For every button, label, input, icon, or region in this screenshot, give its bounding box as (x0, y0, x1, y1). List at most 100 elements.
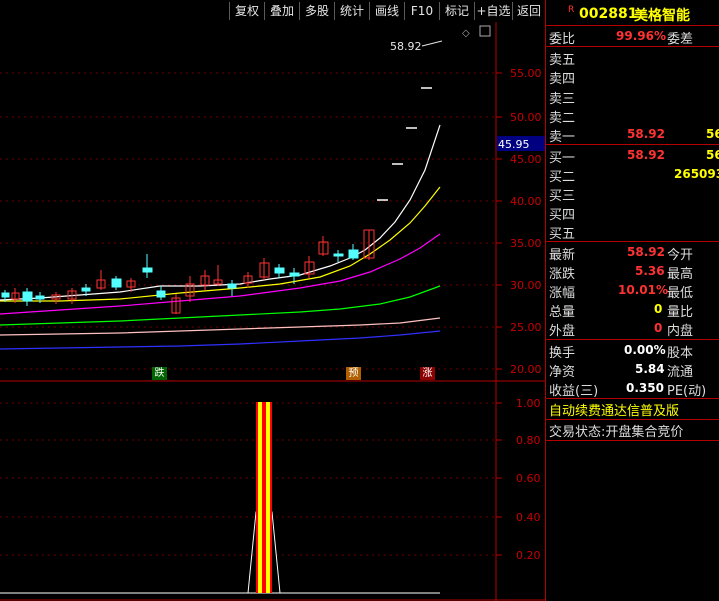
candle (333, 250, 344, 262)
fund-label2: 股本 (667, 346, 694, 361)
price-axis-label: 40.00 (510, 195, 542, 208)
candle (348, 244, 359, 260)
indicator-axis-label: 0.40 (516, 511, 541, 524)
order-volume: 265093 (674, 167, 719, 181)
candle (142, 254, 153, 278)
current-price-tag: 45.95 (498, 138, 530, 151)
fund-label: 净资 (549, 365, 576, 380)
candle (213, 265, 223, 286)
price-axis-label: 50.00 (510, 111, 542, 124)
trade-status: 交易状态:开盘集合竞价 (549, 425, 684, 440)
order-label: 卖一 (549, 130, 576, 145)
stat-row: 最新 58.92 今开 (546, 243, 719, 263)
stat-value: 58.92 (627, 245, 665, 259)
stock-code: 002881 (579, 6, 638, 22)
price-axis-label: 35.00 (510, 237, 542, 250)
candle (171, 294, 181, 314)
diamond-icon[interactable]: ◇ (462, 28, 470, 39)
signal-bar (266, 402, 270, 593)
stat-label2: 量比 (667, 305, 694, 320)
order-row: 卖三 (546, 87, 719, 107)
stat-value: 0 (654, 321, 663, 335)
price-axis-label: 20.00 (510, 363, 542, 376)
stat-label2: 内盘 (667, 324, 694, 339)
candle (259, 258, 270, 280)
candle (96, 270, 106, 290)
quote-panel: R 002881 美格智能 委比 99.96% 委差 卖五 卖四 卖三 卖二 卖… (545, 0, 719, 601)
overlay-button[interactable]: 叠加 (264, 2, 299, 20)
r-mark: R (568, 5, 575, 15)
fund-value: 0.350 (626, 381, 664, 395)
order-label: 买三 (549, 189, 576, 204)
fund-label2: 流通 (667, 365, 694, 380)
stat-label: 最新 (549, 248, 576, 263)
order-row: 卖二 (546, 106, 719, 126)
yu-marker: 预 (346, 367, 361, 380)
stat-label: 涨幅 (549, 286, 576, 301)
order-volume: 56 (706, 148, 719, 162)
back-button[interactable]: 返回 (512, 2, 545, 20)
candle (318, 236, 329, 256)
order-label: 卖二 (549, 111, 576, 126)
order-label: 卖五 (549, 53, 576, 68)
fund-value: 0.00% (624, 343, 666, 357)
candle (51, 292, 61, 304)
fund-value: 5.84 (635, 362, 665, 376)
fuquan-button[interactable]: 复权 (229, 2, 264, 20)
candle (363, 229, 375, 260)
indicator-axis-label: 0.60 (516, 472, 541, 485)
stat-label2: 今开 (667, 248, 694, 263)
high-price-label: 58.92 (390, 40, 422, 53)
candlestick-chart[interactable]: 55.00 50.00 45.00 40.00 35.00 30.00 25.0… (0, 22, 545, 382)
stat-value: 0 (654, 302, 663, 316)
add-watchlist-button[interactable]: +自选 (474, 2, 512, 20)
mark-button[interactable]: 标记 (439, 2, 474, 20)
order-label: 买四 (549, 208, 576, 223)
order-volume: 56 (706, 127, 719, 141)
order-row: 卖一 58.92 56 (546, 125, 719, 145)
stat-label: 涨跌 (549, 267, 576, 282)
weibi-value: 99.96% (616, 29, 666, 43)
fund-row: 收益(三) 0.350 PE(动) (546, 379, 719, 399)
multi-stock-button[interactable]: 多股 (299, 2, 334, 20)
fund-label: 收益(三) (549, 384, 599, 399)
indicator-chart[interactable]: 1.00 0.80 0.60 0.40 0.20 (0, 382, 545, 601)
fund-row: 换手 0.00% 股本 (546, 341, 719, 361)
price-axis-label: 30.00 (510, 279, 542, 292)
draw-line-button[interactable]: 画线 (369, 2, 404, 20)
candle (22, 288, 33, 306)
high-price-arrow (421, 40, 443, 47)
candle (243, 272, 253, 288)
stat-value: 10.01% (618, 283, 668, 297)
zhang-marker: 涨 (420, 367, 435, 380)
candle (304, 256, 315, 278)
stat-row: 总量 0 量比 (546, 300, 719, 320)
fund-label: 换手 (549, 346, 576, 361)
order-row: 买三 (546, 184, 719, 204)
order-row: 卖四 (546, 67, 719, 87)
indicator-axis-label: 1.00 (516, 397, 541, 410)
stat-value: 5.36 (635, 264, 665, 278)
order-label: 卖四 (549, 72, 576, 87)
price-axis-label: 45.00 (510, 153, 542, 166)
price-gridlines (0, 72, 495, 370)
stat-label: 外盘 (549, 324, 576, 339)
order-row: 卖五 (546, 48, 719, 68)
f10-button[interactable]: F10 (404, 2, 439, 20)
candle (227, 280, 237, 296)
price-axis-label: 25.00 (510, 321, 542, 334)
stat-row: 涨跌 5.36 最高 (546, 262, 719, 282)
ticker-text[interactable]: 自动续费通达信普及版 (549, 400, 679, 419)
fund-row: 净资 5.84 流通 (546, 360, 719, 380)
stat-label2: 最高 (667, 267, 694, 282)
signal-bar (258, 402, 262, 593)
statistics-button[interactable]: 统计 (334, 2, 369, 20)
order-row: 买五 (546, 222, 719, 242)
order-price: 58.92 (627, 127, 665, 141)
indicator-axis-label: 0.20 (516, 549, 541, 562)
fund-label2: PE(动) (667, 384, 707, 399)
stat-label2: 最低 (667, 286, 694, 301)
window-toggle-icon[interactable] (479, 25, 491, 37)
candle (274, 264, 285, 278)
toolbar: 复权 叠加 多股 统计 画线 F10 标记 +自选 返回 (0, 0, 545, 22)
